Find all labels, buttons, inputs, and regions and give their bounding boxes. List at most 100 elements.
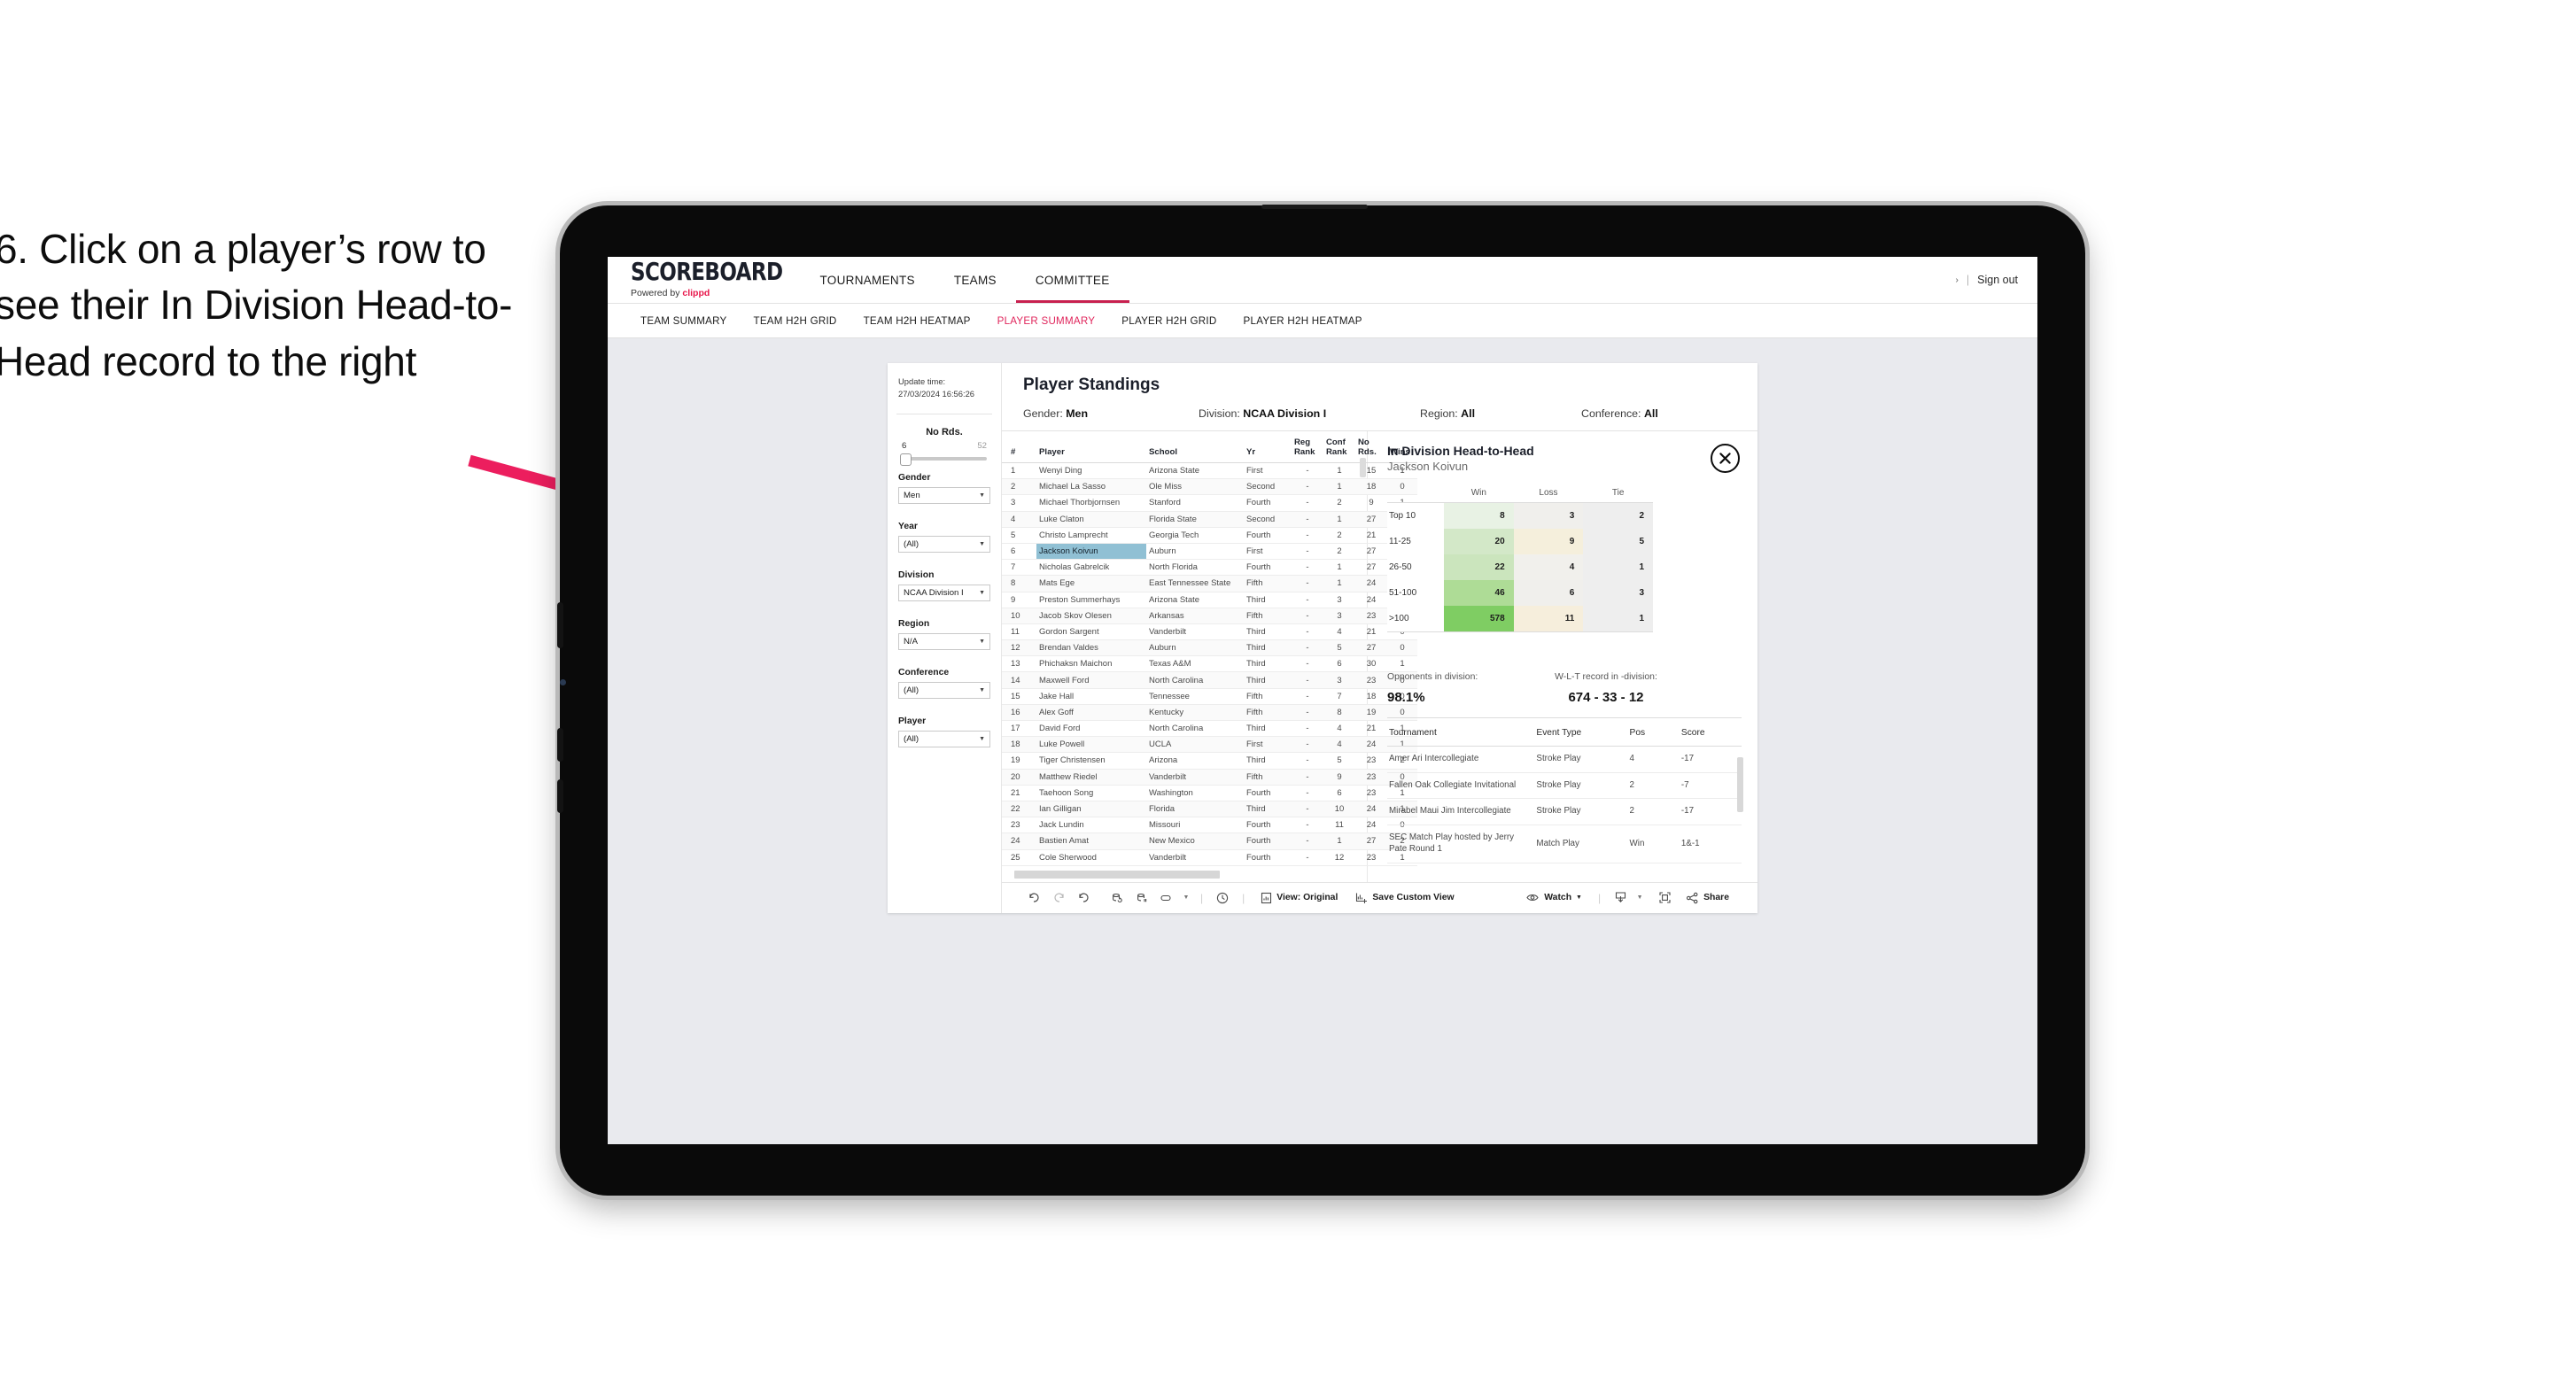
- filter-conference-select[interactable]: (All) ▼: [898, 682, 990, 700]
- table-row[interactable]: 10Jacob Skov OlesenArkansasFifth-3230: [1002, 608, 1417, 624]
- nav-tournaments[interactable]: TOURNAMENTS: [801, 257, 935, 303]
- tablet-volume-button[interactable]: [557, 602, 563, 648]
- h2h-win-cell: 20: [1444, 529, 1514, 554]
- table-row[interactable]: 6Jackson KoivunAuburnFirst-2271: [1002, 543, 1417, 561]
- col-yr[interactable]: Yr: [1244, 431, 1292, 463]
- table-row[interactable]: 19 Tiger Christensen Arizona Third -5 23 2: [1002, 752, 1417, 770]
- download-icon[interactable]: [1608, 891, 1633, 904]
- filter-year-label: Year: [898, 522, 918, 532]
- table-row[interactable]: 4Luke ClatonFlorida StateSecond-1272: [1002, 511, 1417, 528]
- nav-committee[interactable]: COMMITTEE: [1015, 257, 1129, 303]
- table-horizontal-scrollbar[interactable]: [1014, 870, 1220, 879]
- table-row[interactable]: 1 Wenyi Ding Arizona State First -1 15 1: [1002, 462, 1417, 480]
- chevron-right-icon: ›: [1955, 275, 1959, 285]
- cell-school: East Tennessee State: [1146, 575, 1244, 592]
- tab-player-summary[interactable]: PLAYER SUMMARY: [984, 315, 1109, 327]
- table-row[interactable]: 15 Jake Hall Tennessee Fifth -7 18 0: [1002, 688, 1417, 705]
- table-row[interactable]: 23 Jack Lundin Missouri Fourth -11 24 0: [1002, 817, 1417, 834]
- cell-reg-rank: -: [1292, 655, 1323, 673]
- share-button[interactable]: Share: [1677, 892, 1738, 904]
- table-row[interactable]: 12 Brendan Valdes Auburn Third -5 27 0: [1002, 639, 1417, 657]
- col-reg-rank[interactable]: Reg Rank: [1292, 431, 1323, 463]
- table-row[interactable]: 20 Matthew Riedel Vanderbilt Fifth -9 23 0: [1002, 769, 1417, 786]
- watch-button[interactable]: Watch ▼: [1517, 893, 1591, 902]
- undo-icon[interactable]: [1021, 892, 1046, 903]
- filter-year-select[interactable]: (All) ▼: [898, 536, 990, 554]
- table-row[interactable]: 3Michael ThorbjornsenStanfordFourth-291: [1002, 494, 1417, 512]
- h2h-header-row: Win Loss Tie: [1387, 487, 1653, 503]
- tab-team-summary[interactable]: TEAM SUMMARY: [627, 315, 740, 327]
- summary-division: Division: NCAA Division I: [1199, 407, 1420, 420]
- table-row[interactable]: 11Gordon SargentVanderbiltThird-4210: [1002, 623, 1417, 641]
- table-row[interactable]: 5 Christo Lamprecht Georgia Tech Fourth -2 21…: [1002, 527, 1417, 544]
- col-rank[interactable]: #: [1002, 431, 1036, 463]
- close-icon[interactable]: [1711, 444, 1740, 473]
- filter-gender-select[interactable]: Men ▼: [898, 487, 990, 505]
- slider-track[interactable]: [900, 453, 987, 467]
- cell-player: Ian Gilligan: [1036, 801, 1146, 818]
- pause-auto-update-icon[interactable]: [1210, 891, 1235, 905]
- event-row[interactable]: Fallen Oak Collegiate Invitational Stroke…: [1387, 772, 1742, 800]
- tablet-volume-up-button[interactable]: [557, 728, 563, 762]
- cell-school: Vanderbilt: [1146, 849, 1244, 866]
- table-row[interactable]: 17 David Ford North Carolina Third -4 21 1: [1002, 720, 1417, 738]
- table-row[interactable]: 14 Maxwell Ford North Carolina Third -3 23 0: [1002, 671, 1417, 689]
- highlight-icon[interactable]: [1154, 894, 1179, 902]
- slider-handle[interactable]: [900, 453, 912, 467]
- table-row[interactable]: 9 Preston Summerhays Arizona State Third -3 2…: [1002, 592, 1417, 608]
- table-row[interactable]: 18 Luke Powell UCLA First -4 24 1: [1002, 736, 1417, 754]
- table-row[interactable]: 21 Taehoon Song Washington Fourth -6 23 1: [1002, 785, 1417, 801]
- fullscreen-icon[interactable]: [1652, 891, 1677, 904]
- cell-event-type: Match Play: [1534, 825, 1628, 863]
- table-row[interactable]: 16 Alex Goff Kentucky Fifth -8 19 0: [1002, 704, 1417, 722]
- table-row[interactable]: 22 Ian Gilligan Florida Third -10 24 1: [1002, 801, 1417, 818]
- table-row[interactable]: 8Mats EgeEast Tennessee StateFifth-1242: [1002, 575, 1417, 592]
- cell-conf-rank: 9: [1323, 769, 1355, 786]
- save-custom-view-button[interactable]: Save Custom View: [1346, 892, 1463, 904]
- col-player[interactable]: Player: [1036, 431, 1146, 463]
- table-row[interactable]: 2 Michael La Sasso Ole Miss Second -1 18 0: [1002, 478, 1417, 496]
- brand-logo[interactable]: SCOREBOARD Powered by clippd: [608, 257, 801, 303]
- h2h-loss-cell: 11: [1513, 606, 1584, 632]
- cell-yr: Third: [1244, 720, 1292, 738]
- redo-icon[interactable]: [1046, 892, 1071, 903]
- filter-division-select[interactable]: NCAA Division I ▼: [898, 585, 990, 602]
- standings-table-column: # Player School Yr Reg Rank Conf Rank No…: [1002, 431, 1417, 882]
- cell-event-type: Stroke Play: [1534, 798, 1628, 826]
- cell-yr: Third: [1244, 671, 1292, 689]
- tab-team-h2h-heatmap[interactable]: TEAM H2H HEATMAP: [850, 315, 984, 327]
- slider-min-value: 6: [902, 441, 907, 452]
- filter-region-select[interactable]: N/A ▼: [898, 633, 990, 651]
- event-row[interactable]: SEC Match Play hosted by Jerry Pate Roun…: [1387, 825, 1742, 863]
- event-row[interactable]: Amer Ari Intercollegiate Stroke Play 4 -17: [1387, 746, 1742, 773]
- events-scrollbar[interactable]: [1737, 757, 1743, 812]
- h2h-kpis: Opponents in division: 98.1% W-L-T recor…: [1387, 672, 1742, 705]
- event-row[interactable]: Mirabel Maui Jim Intercollegiate Stroke P…: [1387, 798, 1742, 826]
- table-vertical-scrollbar[interactable]: [1360, 458, 1366, 477]
- chevron-down-icon[interactable]: ▼: [1633, 894, 1647, 901]
- nav-teams[interactable]: TEAMS: [935, 257, 1016, 303]
- tab-player-h2h-heatmap[interactable]: PLAYER H2H HEATMAP: [1230, 315, 1376, 327]
- cell-conf-rank: 1: [1323, 511, 1355, 528]
- tablet-volume-down-button[interactable]: [557, 779, 563, 813]
- filter-player-select[interactable]: (All) ▼: [898, 731, 990, 748]
- table-row[interactable]: 24 Bastien Amat New Mexico Fourth -1 27 2: [1002, 832, 1417, 850]
- pause-data-icon[interactable]: [1129, 892, 1154, 904]
- tab-team-h2h-grid[interactable]: TEAM H2H GRID: [740, 315, 850, 327]
- chevron-down-icon[interactable]: ▼: [1179, 894, 1193, 901]
- table-row[interactable]: 7 Nicholas Gabrelcik North Florida Fourth -1…: [1002, 559, 1417, 577]
- cell-school: North Carolina: [1146, 671, 1244, 689]
- col-school[interactable]: School: [1146, 431, 1244, 463]
- col-conf-rank[interactable]: Conf Rank: [1323, 431, 1355, 463]
- view-original-button[interactable]: View: Original: [1252, 892, 1346, 904]
- table-row[interactable]: 25 Cole Sherwood Vanderbilt Fourth -12 23 1: [1002, 849, 1417, 866]
- revert-icon[interactable]: [1071, 892, 1096, 903]
- cell-rank: 14: [1002, 671, 1036, 689]
- sign-out-link[interactable]: Sign out: [1977, 274, 2018, 286]
- cell-conf-rank: 2: [1323, 527, 1355, 544]
- cell-rank: 3: [1002, 494, 1036, 512]
- table-row[interactable]: 13 Phichaksn Maichon Texas A&M Third -6 30 1: [1002, 655, 1417, 673]
- filter-gender-label: Gender: [898, 473, 931, 484]
- tab-player-h2h-grid[interactable]: PLAYER H2H GRID: [1108, 315, 1230, 327]
- refresh-data-icon[interactable]: [1105, 892, 1129, 904]
